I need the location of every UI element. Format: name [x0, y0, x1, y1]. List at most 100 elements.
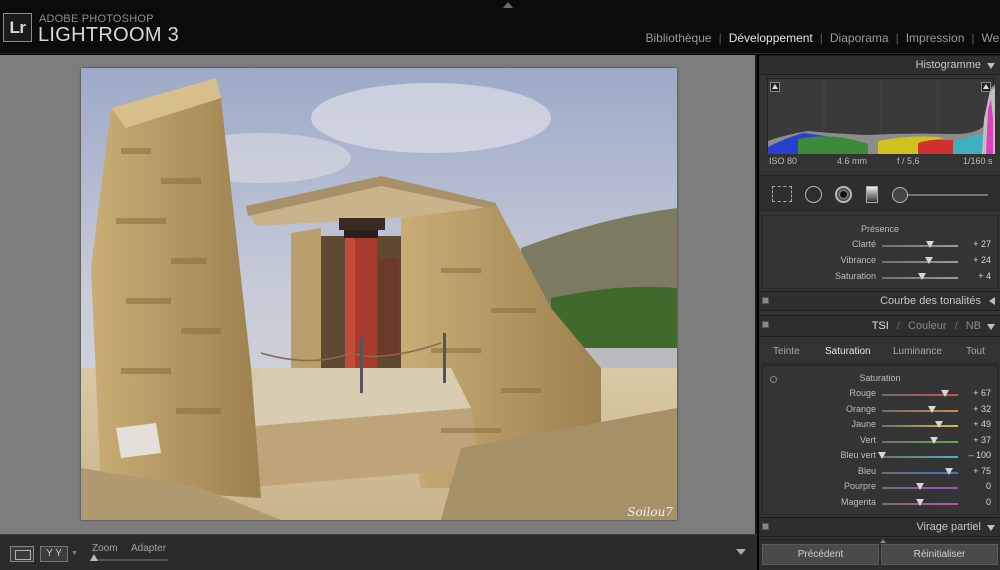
crop-tool-icon[interactable] [772, 186, 792, 202]
saturation-slider-thumb[interactable] [934, 421, 943, 428]
presence-slider-track[interactable] [882, 273, 958, 280]
presence-slider-value[interactable]: + 27 [973, 239, 991, 249]
saturation-slider-track[interactable] [882, 436, 958, 444]
presence-slider-value[interactable]: + 4 [978, 271, 991, 281]
saturation-slider-value[interactable]: – 100 [968, 450, 991, 460]
zoom-label: Zoom [92, 543, 118, 554]
hsl-separator: / [896, 320, 900, 332]
presence-slider-label: Vibrance [840, 255, 876, 265]
adjustment-brush-track [896, 194, 988, 196]
saturation-slider-value[interactable]: 0 [986, 497, 991, 507]
saturation-slider-value[interactable]: + 49 [973, 419, 991, 429]
tab-all[interactable]: Tout [966, 346, 985, 357]
hsl-mode-tsi[interactable]: TSI [872, 320, 889, 332]
saturation-slider-value[interactable]: 0 [986, 481, 991, 491]
saturation-slider-track[interactable] [882, 483, 958, 490]
module-print[interactable]: Impression [906, 31, 965, 45]
module-web[interactable]: Web [982, 31, 1000, 45]
module-picker: Bibliothèque | Développement | Diaporama | Imp… [646, 31, 1000, 45]
focal-length: 4.6 mm [837, 156, 868, 166]
presence-slider-thumb[interactable] [917, 273, 926, 280]
zoom-slider-thumb[interactable] [90, 554, 98, 561]
tone-curve-toggle[interactable] [762, 297, 769, 304]
saturation-slider-thumb[interactable] [941, 390, 950, 397]
presence-slider-track[interactable] [882, 257, 958, 264]
saturation-slider-value[interactable]: + 32 [973, 404, 991, 414]
photo-preview[interactable]: Soilou7 [81, 68, 677, 520]
loupe-view-button[interactable] [10, 546, 34, 562]
top-bar: Lr ADOBE PHOTOSHOP LIGHTROOM 3 Bibliothè… [0, 0, 1000, 54]
split-toning-toggle[interactable] [762, 523, 769, 530]
shadow-clipping-button[interactable] [770, 82, 780, 92]
presence-slider-thumb[interactable] [925, 257, 934, 264]
saturation-slider-thumb[interactable] [916, 498, 924, 506]
module-separator: | [718, 31, 722, 45]
saturation-slider-label: Orange [845, 403, 876, 414]
reset-button[interactable]: Réinitialiser [881, 544, 998, 565]
saturation-slider-track[interactable] [882, 390, 958, 397]
saturation-slider-thumb[interactable] [944, 467, 953, 475]
saturation-slider-value[interactable]: + 75 [973, 466, 991, 476]
spot-removal-icon[interactable] [805, 186, 822, 203]
module-develop[interactable]: Développement [729, 31, 813, 45]
saturation-slider-thumb[interactable] [928, 405, 937, 413]
collapse-icon[interactable] [987, 63, 995, 69]
saturation-slider-track[interactable] [882, 498, 958, 506]
saturation-group-title: Saturation [859, 373, 901, 383]
image-canvas: Soilou7 [0, 55, 757, 534]
saturation-slider-track[interactable] [882, 467, 958, 475]
saturation-slider-label: Bleu [857, 465, 876, 476]
presence-slider-value[interactable]: + 24 [973, 255, 991, 265]
saturation-slider-thumb[interactable] [916, 483, 924, 490]
presence-slider-thumb[interactable] [926, 241, 935, 248]
collapse-icon[interactable] [987, 324, 995, 330]
saturation-slider-label: Magenta [840, 496, 876, 507]
saturation-slider-row: Vert + 37 [763, 435, 999, 449]
module-library[interactable]: Bibliothèque [646, 31, 712, 45]
split-toning-title: Virage partiel [916, 521, 981, 533]
saturation-slider-track[interactable] [882, 421, 958, 428]
saturation-slider-value[interactable]: + 37 [973, 435, 991, 445]
hsl-mode-bw[interactable]: NB [966, 320, 981, 332]
hsl-mode-color[interactable]: Couleur [908, 320, 947, 332]
aperture: f / 5,6 [897, 156, 920, 166]
presence-slider-row: Clarté + 27 [763, 239, 999, 253]
expand-icon[interactable] [989, 297, 995, 305]
previous-button[interactable]: Précédent [762, 544, 879, 565]
hsl-separator: / [954, 320, 958, 332]
collapse-icon[interactable] [987, 525, 995, 531]
graduated-filter-icon[interactable] [866, 186, 878, 203]
zoom-slider-track[interactable] [92, 559, 168, 561]
panel-footer: Précédent Réinitialiser [759, 539, 1000, 570]
photo-image [81, 68, 677, 520]
toolbar-options-icon[interactable] [736, 549, 746, 555]
module-separator: | [819, 31, 823, 45]
tab-hue[interactable]: Teinte [773, 346, 800, 357]
red-eye-icon[interactable] [835, 186, 852, 203]
collapse-top-panel-icon[interactable] [503, 2, 513, 8]
tone-curve-header[interactable]: Courbe des tonalités [759, 291, 1000, 311]
module-separator: | [895, 31, 899, 45]
saturation-slider-track[interactable] [878, 452, 958, 459]
before-after-button[interactable]: Y Y [40, 546, 68, 562]
hsl-toggle[interactable] [762, 321, 769, 328]
saturation-slider-value[interactable]: + 67 [973, 388, 991, 398]
module-slideshow[interactable]: Diaporama [830, 31, 889, 45]
saturation-slider-track[interactable] [882, 405, 958, 413]
module-separator: | [971, 31, 975, 45]
histogram[interactable] [767, 78, 995, 154]
adjustment-brush-icon[interactable] [892, 187, 908, 203]
bottom-toolbar: Y Y ▼ Zoom Adapter [0, 534, 757, 570]
before-after-dropdown-icon[interactable]: ▼ [71, 550, 78, 557]
highlight-clipping-button[interactable] [981, 82, 991, 92]
hsl-mode-switcher: TSI / Couleur / NB [872, 320, 981, 332]
saturation-slider-thumb[interactable] [878, 452, 886, 459]
presence-slider-track[interactable] [882, 241, 958, 248]
saturation-slider-thumb[interactable] [930, 436, 939, 444]
tool-strip [759, 175, 1000, 211]
presence-slider-row: Vibrance + 24 [763, 255, 999, 269]
split-toning-header[interactable]: Virage partiel [759, 517, 1000, 537]
tab-luminance[interactable]: Luminance [893, 346, 942, 357]
histogram-header[interactable]: Histogramme [759, 55, 1000, 75]
tab-saturation[interactable]: Saturation [825, 346, 871, 357]
